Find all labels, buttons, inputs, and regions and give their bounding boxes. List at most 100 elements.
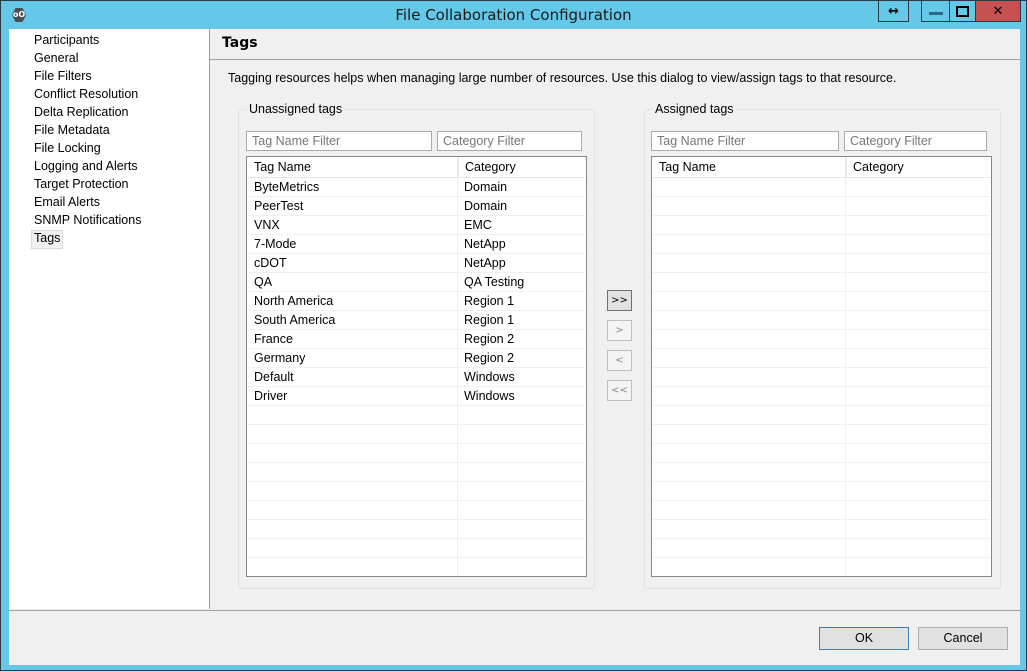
sidebar-item-participants[interactable]: Participants — [32, 32, 101, 49]
sidebar-item-target-protection[interactable]: Target Protection — [32, 176, 131, 193]
empty-table-row — [653, 330, 990, 349]
assigned-tags-group: Assigned tags Tag NameCategory — [644, 102, 1001, 589]
unassign-selected-button[interactable]: < — [607, 350, 632, 371]
page-description: Tagging resources helps when managing la… — [228, 71, 897, 85]
empty-table-row — [248, 520, 585, 539]
dialog-window: oO File Collaboration Configuration ↔ ✕ … — [0, 0, 1027, 671]
table-row[interactable]: cDOT NetApp — [248, 254, 585, 273]
maximize-button[interactable] — [949, 1, 976, 22]
empty-table-row — [653, 235, 990, 254]
empty-table-row — [248, 558, 585, 576]
empty-table-row — [248, 444, 585, 463]
empty-table-row — [653, 254, 990, 273]
empty-table-row — [248, 482, 585, 501]
empty-table-row — [248, 539, 585, 558]
resize-button[interactable]: ↔ — [878, 1, 909, 22]
column-divider — [457, 178, 458, 576]
table-row[interactable]: PeerTest Domain — [248, 197, 585, 216]
sidebar-item-tags[interactable]: Tags — [31, 230, 64, 249]
tag-name-cell: Default — [254, 370, 294, 384]
sidebar-item-file-locking[interactable]: File Locking — [32, 140, 103, 157]
table-row[interactable]: North America Region 1 — [248, 292, 585, 311]
empty-table-row — [653, 387, 990, 406]
empty-table-row — [248, 501, 585, 520]
unassigned-category-filter[interactable] — [437, 131, 582, 151]
table-row[interactable]: ByteMetrics Domain — [248, 178, 585, 197]
ok-button[interactable]: OK — [819, 627, 909, 650]
cancel-button[interactable]: Cancel — [918, 627, 1008, 650]
tag-name-cell: cDOT — [254, 256, 287, 270]
unassigned-tags-group: Unassigned tags Tag NameCategoryByteMetr… — [238, 102, 595, 589]
sidebar-item-file-metadata[interactable]: File Metadata — [32, 122, 112, 139]
tag-name-cell: QA — [254, 275, 273, 289]
tag-name-cell: Germany — [254, 351, 306, 365]
category-cell: Region 1 — [464, 294, 515, 308]
category-cell: Windows — [464, 389, 515, 403]
close-button[interactable]: ✕ — [975, 1, 1021, 22]
assigned-tags-label: Assigned tags — [653, 102, 736, 116]
table-row[interactable]: 7-Mode NetApp — [248, 235, 585, 254]
empty-table-row — [653, 292, 990, 311]
category-cell: NetApp — [464, 256, 506, 270]
empty-table-row — [653, 539, 990, 558]
column-header-tag-name[interactable]: Tag Name — [653, 158, 845, 177]
table-row[interactable]: Germany Region 2 — [248, 349, 585, 368]
empty-table-row — [653, 406, 990, 425]
unassigned-tags-label: Unassigned tags — [247, 102, 345, 116]
dialog-footer: OK Cancel — [9, 610, 1020, 665]
sidebar-nav: Participants General File Filters Conflict … — [9, 29, 210, 609]
tag-name-cell: France — [254, 332, 293, 346]
column-header-tag-name[interactable]: Tag Name — [248, 158, 457, 177]
table-row[interactable]: Default Windows — [248, 368, 585, 387]
resize-arrows-icon: ↔ — [888, 3, 899, 19]
sidebar-item-file-filters[interactable]: File Filters — [32, 68, 94, 85]
category-cell: Region 2 — [464, 332, 515, 346]
page-title: Tags — [222, 35, 258, 51]
table-row[interactable]: VNX EMC — [248, 216, 585, 235]
minimize-button[interactable] — [921, 1, 950, 22]
title-bar[interactable]: oO File Collaboration Configuration ↔ ✕ — [1, 1, 1026, 29]
assigned-category-filter[interactable] — [844, 131, 987, 151]
unassign-all-button[interactable]: << — [607, 380, 632, 401]
tag-name-cell: 7-Mode — [254, 237, 297, 251]
empty-table-row — [653, 463, 990, 482]
sidebar-item-general[interactable]: General — [32, 50, 80, 67]
sidebar-item-snmp-notifications[interactable]: SNMP Notifications — [32, 212, 143, 229]
unassigned-tags-table[interactable]: Tag Name Category ByteMetrics Domain PeerTes… — [246, 156, 587, 577]
close-icon: ✕ — [992, 3, 1004, 19]
assign-all-button[interactable]: >> — [607, 290, 632, 311]
sidebar-item-email-alerts[interactable]: Email Alerts — [32, 194, 102, 211]
table-header: Tag Name Category — [653, 158, 990, 178]
table-row[interactable]: QA QA Testing — [248, 273, 585, 292]
assign-selected-button[interactable]: > — [607, 320, 632, 341]
column-header-category[interactable]: Category — [845, 158, 991, 177]
empty-table-row — [248, 463, 585, 482]
table-row[interactable]: France Region 2 — [248, 330, 585, 349]
empty-table-row — [653, 425, 990, 444]
column-header-category[interactable]: Category — [457, 158, 586, 177]
table-row[interactable]: Driver Windows — [248, 387, 585, 406]
category-cell: Region 1 — [464, 313, 515, 327]
assigned-tags-table[interactable]: Tag Name Category — [651, 156, 992, 577]
category-cell: EMC — [464, 218, 492, 232]
sidebar-item-delta-replication[interactable]: Delta Replication — [32, 104, 131, 121]
empty-table-row — [653, 482, 990, 501]
sidebar-item-logging-and-alerts[interactable]: Logging and Alerts — [32, 158, 140, 175]
empty-table-row — [653, 349, 990, 368]
category-cell: Region 2 — [464, 351, 515, 365]
empty-table-row — [248, 406, 585, 425]
empty-table-row — [653, 444, 990, 463]
tag-name-cell: VNX — [254, 218, 280, 232]
empty-table-row — [653, 501, 990, 520]
category-cell: Domain — [464, 180, 508, 194]
window-title: File Collaboration Configuration — [395, 6, 632, 24]
tag-name-cell: ByteMetrics — [254, 180, 320, 194]
empty-table-row — [653, 197, 990, 216]
category-cell: Windows — [464, 370, 515, 384]
tag-name-cell: South America — [254, 313, 336, 327]
table-row[interactable]: South America Region 1 — [248, 311, 585, 330]
tag-name-cell: Driver — [254, 389, 288, 403]
unassigned-tag-name-filter[interactable] — [246, 131, 432, 151]
assigned-tag-name-filter[interactable] — [651, 131, 839, 151]
sidebar-item-conflict-resolution[interactable]: Conflict Resolution — [32, 86, 140, 103]
